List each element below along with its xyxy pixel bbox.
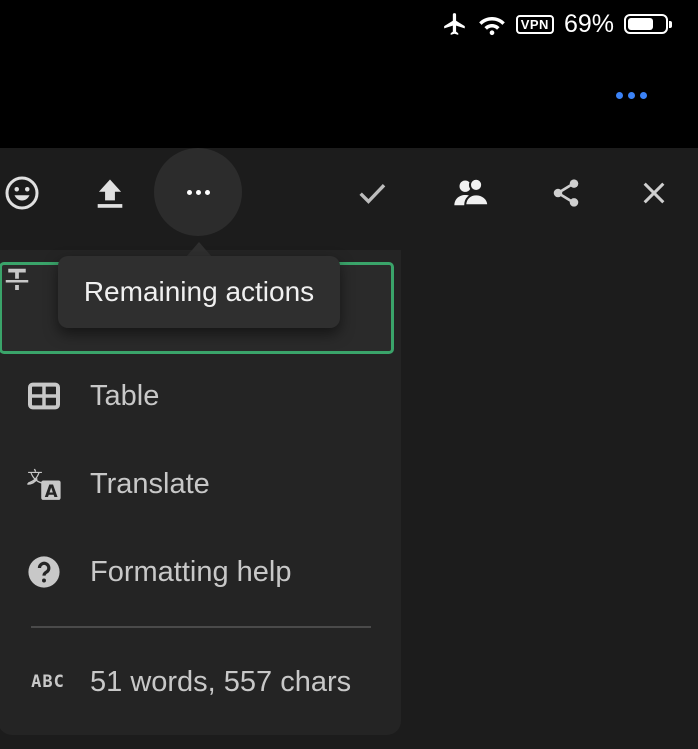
upload-icon (97, 179, 123, 208)
close-button[interactable] (624, 148, 684, 238)
menu-item-formatting-help[interactable]: Formatting help (0, 528, 398, 616)
share-icon (553, 179, 579, 207)
abc-icon: ABC (26, 664, 70, 700)
dot (640, 92, 647, 99)
vpn-badge: VPN (515, 14, 554, 34)
check-icon (359, 184, 386, 204)
close-icon (643, 182, 665, 204)
emoji-button[interactable] (0, 148, 52, 238)
battery-percent: 69% (563, 9, 614, 38)
dot (186, 189, 192, 195)
tooltip-arrow (186, 242, 212, 257)
abc-icon-text: ABC (31, 672, 65, 692)
menu-item-label: Table (90, 379, 160, 412)
help-icon (26, 554, 62, 590)
menu-item-label: Formatting help (90, 555, 292, 588)
editor-toolbar (0, 148, 698, 238)
dot (204, 189, 210, 195)
word-count-label: 51 words, 557 chars (90, 665, 352, 698)
table-icon (26, 378, 62, 414)
wifi-icon (478, 17, 505, 36)
status-bar: VPN 69% (0, 0, 698, 148)
menu-item-label: Translate (90, 467, 210, 500)
dot (195, 189, 201, 195)
more-button[interactable] (154, 148, 242, 236)
battery-fill (628, 18, 653, 30)
more-horizontal-icon[interactable] (616, 92, 647, 99)
battery-nub (669, 21, 672, 28)
svg-text:A: A (45, 482, 58, 501)
share-button[interactable] (536, 148, 596, 238)
people-button[interactable] (442, 148, 502, 238)
more-icon (186, 189, 210, 195)
word-count-stats: ABC 51 words, 557 chars (0, 638, 398, 726)
translate-icon: 文 A (26, 466, 62, 502)
dot (616, 92, 623, 99)
status-indicators: VPN 69% (442, 9, 672, 38)
done-button[interactable] (342, 148, 402, 238)
menu-item-translate[interactable]: 文 A Translate (0, 440, 398, 528)
menu-divider (31, 626, 371, 628)
menu-item-table[interactable]: Table (0, 352, 398, 440)
remaining-actions-tooltip: Remaining actions (58, 256, 340, 328)
tooltip-text: Remaining actions (83, 276, 315, 307)
emoji-icon (5, 176, 39, 210)
battery-icon (624, 14, 672, 34)
people-icon (454, 178, 490, 207)
upload-button[interactable] (80, 148, 140, 238)
airplane-icon (443, 13, 465, 35)
dot (628, 92, 635, 99)
